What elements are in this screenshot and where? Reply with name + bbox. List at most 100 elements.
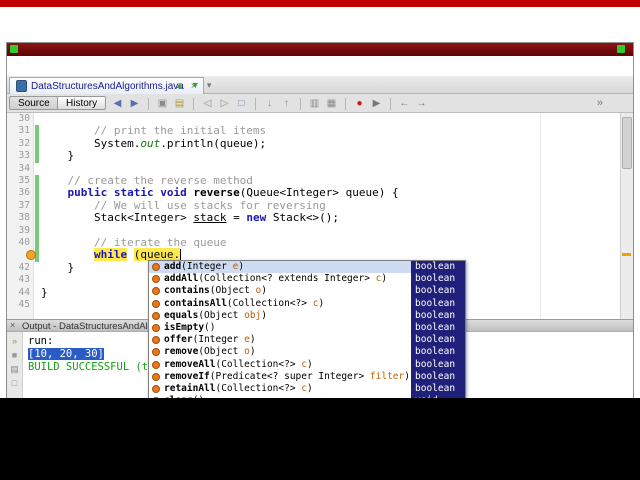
toolbar-separator — [390, 97, 391, 110]
completion-return-type: boolean — [411, 273, 465, 286]
line-number: 31 — [18, 125, 30, 137]
line-number: 36 — [18, 187, 30, 199]
completion-item[interactable]: removeAll(Collection<?> c) boolean — [149, 358, 465, 371]
previous-document-icon[interactable]: ▲ — [175, 78, 184, 92]
toggle-bookmark-icon[interactable]: □ — [235, 96, 248, 111]
completion-item[interactable]: removeIf(Predicate<? super Integer> filt… — [149, 370, 465, 383]
code-line: } — [41, 260, 75, 274]
completion-item[interactable]: contains(Object o) boolean — [149, 285, 465, 298]
window-title-bar — [7, 43, 633, 56]
toolbar-separator — [148, 97, 149, 110]
completion-signature: containsAll(Collection<?> c) — [164, 297, 325, 309]
toolbar-separator — [345, 97, 346, 110]
method-icon — [152, 263, 160, 271]
completion-signature: retainAll(Collection<?> c) — [164, 383, 313, 394]
document-list-icon[interactable]: ▾ — [207, 78, 212, 92]
completion-return-type: boolean — [411, 309, 465, 322]
highlight-icon[interactable]: ▤ — [173, 96, 186, 111]
source-view-button[interactable]: Source — [9, 96, 59, 110]
completion-item[interactable]: remove(Object o) boolean — [149, 346, 465, 359]
line-number-gutter[interactable]: 30 31 32 33 34 35 36 37 38 39 40 42 43 44 45 — [7, 113, 34, 319]
completion-return-type: boolean — [411, 285, 465, 298]
change-bar — [35, 175, 39, 188]
method-icon — [152, 287, 160, 296]
line-number: 32 — [18, 137, 30, 149]
line-number: 39 — [18, 224, 30, 236]
change-bar — [35, 137, 39, 151]
method-icon — [152, 299, 160, 308]
find-selection-icon[interactable]: ▣ — [156, 96, 169, 111]
error-stripe-mark[interactable] — [622, 253, 631, 256]
completion-signature: removeIf(Predicate<? super Integer> filt… — [164, 370, 410, 382]
completion-item[interactable]: retainAll(Collection<?> c) boolean — [149, 383, 465, 396]
editor-tab-bar: DataStructuresAndAlgorithms.java × ▲ ▼ ▾ — [7, 76, 633, 94]
completion-item[interactable]: offer(Integer e) boolean — [149, 334, 465, 347]
back-icon[interactable]: ◀ — [111, 96, 124, 111]
line-number: 38 — [18, 212, 30, 224]
selected-output-text: [10, 20, 30] — [28, 347, 104, 360]
output-line: run: — [28, 335, 54, 347]
completion-signature: remove(Object o) — [164, 346, 256, 358]
completion-signature: isEmpty() — [164, 322, 216, 333]
shift-left-icon[interactable]: ← — [398, 96, 411, 111]
completion-return-type: boolean — [411, 322, 465, 335]
forward-icon[interactable]: ▶ — [128, 96, 141, 111]
history-view-button[interactable]: History — [57, 96, 107, 110]
green-status-dot-right — [617, 45, 625, 53]
next-error-icon[interactable]: ↓ — [263, 96, 276, 111]
toolbar-separator — [300, 97, 301, 110]
completion-item[interactable]: containsAll(Collection<?> c) boolean — [149, 297, 465, 310]
change-bar — [35, 187, 39, 200]
completion-signature: removeAll(Collection<?> c) — [164, 358, 313, 370]
output-line: BUILD SUCCESSFUL (to — [28, 360, 155, 373]
comment-icon[interactable]: ▥ — [308, 96, 321, 111]
tab-label: DataStructuresAndAlgorithms.java — [31, 80, 184, 92]
previous-bookmark-icon[interactable]: ◁ — [201, 96, 214, 111]
completion-item[interactable]: add(Integer e) boolean — [149, 261, 465, 274]
method-icon — [152, 324, 160, 332]
toolbar-separator — [255, 97, 256, 110]
code-line: System.out.println(queue); — [41, 136, 267, 150]
line-number: 43 — [18, 274, 30, 286]
line-number: 42 — [18, 261, 30, 273]
method-icon — [152, 348, 160, 357]
completion-return-type: boolean — [411, 383, 465, 396]
next-document-icon[interactable]: ▼ — [191, 78, 200, 92]
code-completion-popup[interactable]: add(Integer e) boolean addAll(Collection<?… — [148, 260, 466, 410]
method-icon — [152, 311, 160, 320]
annotation-column — [26, 113, 41, 319]
java-file-icon — [16, 80, 27, 92]
method-icon — [152, 385, 160, 393]
completion-signature: offer(Integer e) — [164, 334, 256, 346]
completion-item[interactable]: addAll(Collection<? extends Integer> c) b… — [149, 273, 465, 286]
method-icon — [152, 360, 160, 369]
right-margin-guide — [540, 113, 541, 319]
editor-toolbar: Source History ◀ ▶ ▣ ▤ ◁ ▷ □ ↓ ↑ ▥ ▦ ● ▶ ← → » — [7, 94, 633, 113]
method-icon — [152, 336, 160, 345]
rerun-icon[interactable]: » — [7, 336, 22, 346]
code-line: } — [41, 149, 75, 163]
method-icon — [152, 275, 160, 284]
letterbox-bottom — [0, 398, 640, 480]
completion-return-type: boolean — [411, 358, 465, 371]
completion-return-type: boolean — [411, 334, 465, 347]
editor-scrollbar[interactable] — [620, 113, 633, 319]
completion-item[interactable]: isEmpty() boolean — [149, 322, 465, 335]
next-bookmark-icon[interactable]: ▷ — [218, 96, 231, 111]
toolbar-overflow-icon[interactable]: » — [597, 97, 603, 109]
line-number: 45 — [18, 299, 30, 310]
completion-return-type: boolean — [411, 370, 465, 383]
close-output-icon[interactable]: × — [10, 320, 15, 330]
run-macro-icon[interactable]: ▶ — [370, 96, 383, 111]
line-number: 34 — [18, 162, 30, 174]
shift-right-icon[interactable]: → — [415, 96, 428, 111]
completion-item[interactable]: equals(Object obj) boolean — [149, 309, 465, 322]
scrollbar-thumb[interactable] — [622, 117, 632, 169]
output-settings-icon[interactable]: ▤ — [7, 364, 22, 374]
record-macro-icon[interactable]: ● — [353, 96, 366, 111]
completion-signature: contains(Object o) — [164, 285, 267, 297]
uncomment-icon[interactable]: ▦ — [325, 96, 338, 111]
previous-error-icon[interactable]: ↑ — [280, 96, 293, 111]
clear-output-icon[interactable]: □ — [7, 378, 22, 388]
stop-icon[interactable]: ■ — [7, 350, 22, 360]
